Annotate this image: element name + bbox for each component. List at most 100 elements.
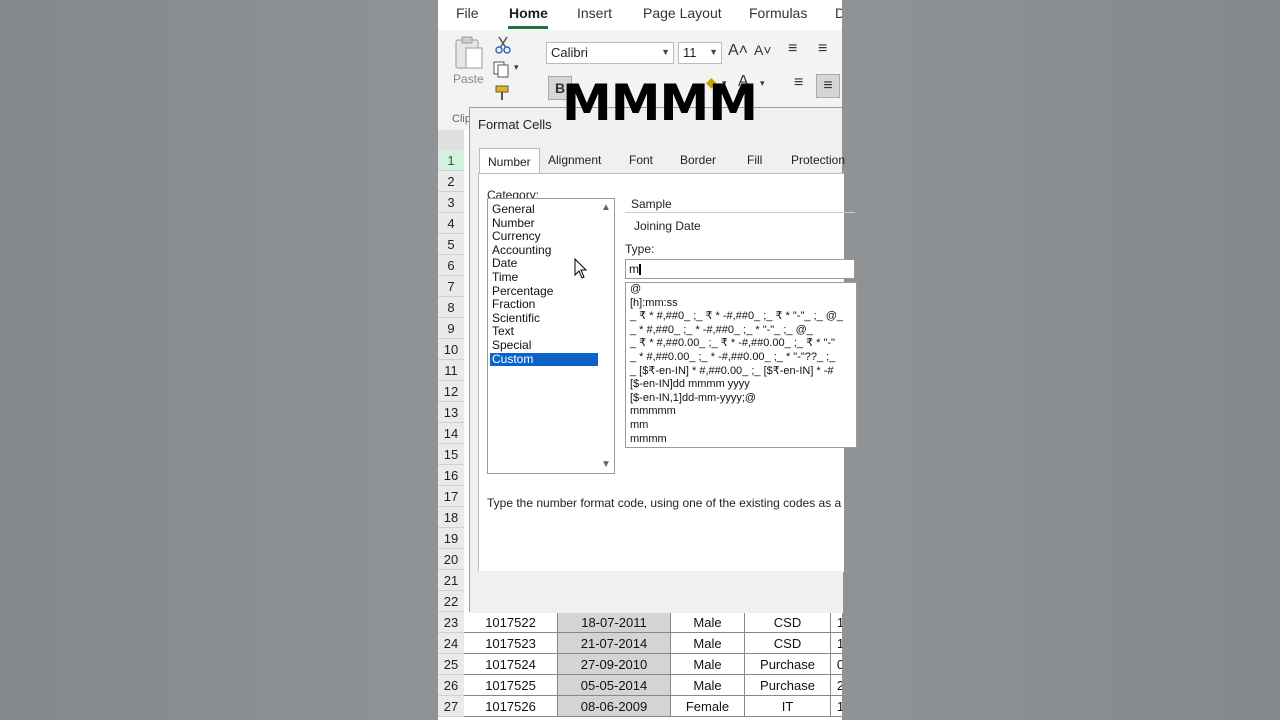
format-code-list[interactable]: @ [h]:mm:ss _ ₹ * #,##0_ ;_ ₹ * -#,##0_ ;_…: [625, 282, 857, 448]
row-header[interactable]: 12: [438, 381, 464, 402]
row-header[interactable]: 17: [438, 486, 464, 507]
table-cell-dept[interactable]: Purchase: [745, 654, 831, 675]
paste-icon[interactable]: [454, 36, 484, 70]
format-code-item[interactable]: @: [630, 283, 856, 296]
format-code-item[interactable]: _ * #,##0.00_ ;_ * -#,##0.00_ ;_ * "-"??…: [630, 350, 856, 364]
category-item-currency[interactable]: Currency: [490, 230, 598, 243]
tab-insert[interactable]: Insert: [577, 5, 612, 21]
scroll-up-icon[interactable]: ▲: [601, 202, 611, 213]
row-header[interactable]: 24: [438, 633, 464, 654]
row-header[interactable]: 27: [438, 696, 464, 717]
align-middle-icon[interactable]: ≡: [818, 40, 827, 58]
align-left-icon[interactable]: ≡: [794, 74, 803, 92]
format-code-item[interactable]: [h]:mm:ss: [630, 296, 856, 310]
font-name-select[interactable]: Calibri ▼: [546, 42, 674, 64]
row-header[interactable]: 21: [438, 570, 464, 591]
tab-formulas[interactable]: Formulas: [749, 5, 807, 21]
row-header[interactable]: 26: [438, 675, 464, 696]
category-item-scientific[interactable]: Scientific: [490, 311, 598, 325]
row-header[interactable]: 2: [438, 171, 464, 192]
copy-dropdown-icon[interactable]: ▾: [514, 62, 519, 73]
format-code-item[interactable]: _ ₹ * #,##0_ ;_ ₹ * -#,##0_ ;_ ₹ * "-"_ …: [630, 309, 856, 323]
table-cell-dept[interactable]: IT: [745, 696, 831, 717]
row-header[interactable]: 11: [438, 360, 464, 381]
table-cell-dept[interactable]: Purchase: [745, 675, 831, 696]
category-list[interactable]: General Number Currency Accounting Date Time P…: [487, 198, 615, 474]
table-cell-id[interactable]: 1017522: [464, 612, 558, 633]
row-header[interactable]: 25: [438, 654, 464, 675]
table-cell-date[interactable]: 05-05-2014: [558, 675, 671, 696]
table-cell-date[interactable]: 27-09-2010: [558, 654, 671, 675]
table-cell-date[interactable]: 21-07-2014: [558, 633, 671, 654]
format-painter-icon[interactable]: [492, 84, 512, 102]
row-header[interactable]: 19: [438, 528, 464, 549]
table-cell-extra[interactable]: 1: [831, 612, 842, 633]
format-code-item[interactable]: _ * #,##0_ ;_ * -#,##0_ ;_ * "-"_ ;_ @_: [630, 323, 856, 337]
row-header[interactable]: 15: [438, 444, 464, 465]
row-header[interactable]: 23: [438, 612, 464, 633]
table-cell-gender[interactable]: Female: [671, 696, 745, 717]
row-header[interactable]: 20: [438, 549, 464, 570]
category-item-special[interactable]: Special: [490, 339, 598, 352]
format-code-item[interactable]: _ ₹ * #,##0.00_ ;_ ₹ * -#,##0.00_ ;_ ₹ *…: [630, 336, 856, 350]
row-header[interactable]: 7: [438, 276, 464, 297]
category-item-percentage[interactable]: Percentage: [490, 284, 598, 298]
type-input[interactable]: m: [625, 259, 855, 279]
copy-icon[interactable]: [492, 60, 512, 78]
format-code-item[interactable]: mmmmm: [630, 404, 856, 418]
font-size-select[interactable]: 11 ▼: [678, 42, 722, 64]
tab-fill[interactable]: Fill: [747, 153, 762, 167]
row-header[interactable]: 3: [438, 192, 464, 213]
table-cell-id[interactable]: 1017523: [464, 633, 558, 654]
row-header[interactable]: 6: [438, 255, 464, 276]
tab-font[interactable]: Font: [629, 153, 653, 167]
grow-font-button[interactable]: A˄: [728, 42, 748, 60]
table-cell-extra[interactable]: 1: [831, 696, 842, 717]
table-cell-date[interactable]: 18-07-2011: [558, 612, 671, 633]
table-cell-gender[interactable]: Male: [671, 675, 745, 696]
tab-protection[interactable]: Protection: [791, 153, 845, 167]
table-cell-id[interactable]: 1017525: [464, 675, 558, 696]
category-item-number[interactable]: Number: [490, 216, 598, 230]
format-code-item[interactable]: [$-en-IN]dd mmmm yyyy: [630, 377, 856, 391]
category-item-custom[interactable]: Custom: [490, 352, 598, 366]
tab-page-layout[interactable]: Page Layout: [643, 5, 722, 21]
row-header[interactable]: 18: [438, 507, 464, 528]
category-item-fraction[interactable]: Fraction: [490, 298, 598, 311]
row-header[interactable]: 9: [438, 318, 464, 339]
row-header[interactable]: 16: [438, 465, 464, 486]
tab-data[interactable]: D: [835, 5, 842, 21]
format-code-item[interactable]: [$-en-IN,1]dd-mm-yyyy;@: [630, 391, 856, 405]
font-color-dropdown-icon[interactable]: ▾: [760, 78, 765, 89]
format-code-item[interactable]: mm: [630, 418, 856, 432]
table-cell-date[interactable]: 08-06-2009: [558, 696, 671, 717]
scroll-down-icon[interactable]: ▼: [601, 459, 611, 470]
table-cell-id[interactable]: 1017526: [464, 696, 558, 717]
row-header[interactable]: 14: [438, 423, 464, 444]
table-cell-dept[interactable]: CSD: [745, 612, 831, 633]
category-scrollbar[interactable]: ▲ ▼: [598, 199, 614, 473]
table-cell-gender[interactable]: Male: [671, 654, 745, 675]
row-header[interactable]: 5: [438, 234, 464, 255]
category-item-accounting[interactable]: Accounting: [490, 243, 598, 257]
row-header[interactable]: 8: [438, 297, 464, 318]
format-code-item[interactable]: _ [$₹-en-IN] * #,##0.00_ ;_ [$₹-en-IN] *…: [630, 364, 856, 378]
tab-file[interactable]: File: [456, 5, 479, 21]
align-center-icon[interactable]: ≡: [816, 74, 840, 98]
category-item-general[interactable]: General: [490, 203, 598, 216]
table-cell-extra[interactable]: 1: [831, 633, 842, 654]
table-cell-dept[interactable]: CSD: [745, 633, 831, 654]
row-header[interactable]: 10: [438, 339, 464, 360]
select-all-corner[interactable]: [438, 130, 464, 150]
category-item-text[interactable]: Text: [490, 325, 598, 338]
format-code-item[interactable]: mmmm: [630, 432, 856, 446]
table-cell-gender[interactable]: Male: [671, 633, 745, 654]
table-cell-gender[interactable]: Male: [671, 612, 745, 633]
shrink-font-button[interactable]: A˅: [754, 42, 772, 58]
row-header[interactable]: 22: [438, 591, 464, 612]
cut-icon[interactable]: [494, 36, 514, 54]
tab-home[interactable]: Home: [509, 5, 548, 21]
tab-border[interactable]: Border: [680, 153, 716, 167]
row-header[interactable]: 13: [438, 402, 464, 423]
align-top-icon[interactable]: ≡: [788, 40, 797, 58]
